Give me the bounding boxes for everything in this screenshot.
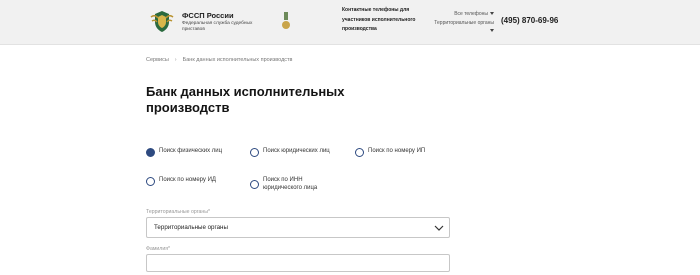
all-phones-menu[interactable]: Все телефоны [432,10,494,19]
hotline-phone[interactable]: (495) 870-69-96 [501,16,558,25]
territorial-select-value: Территориальные органы [154,224,228,231]
breadcrumb-current: Банк данных исполнительных производств [182,57,293,63]
contacts-link[interactable]: Контактные телефоны для участников испол… [342,6,422,35]
territorial-select[interactable]: Территориальные органы [146,217,450,238]
territorial-label: Территориальные органы [434,19,494,26]
radio-id-number[interactable]: Поиск по номеру ИД [146,176,216,186]
radio-inn[interactable]: Поиск по ИНН юридического лица [250,177,340,192]
breadcrumb-services[interactable]: Сервисы [146,57,169,63]
breadcrumb-separator: › [174,57,177,63]
radio-label: Поиск физических лиц [159,148,223,154]
caret-down-icon [490,12,494,16]
emblem-logo-icon[interactable] [148,8,176,36]
brand-title[interactable]: ФССП России [182,11,234,20]
chevron-down-icon [434,225,444,231]
header-menu: Все телефоны Территориальные органы [432,10,494,36]
surname-input[interactable] [146,254,450,272]
breadcrumb: Сервисы › Банк данных исполнительных произ… [146,57,292,63]
radio-dot[interactable] [250,147,259,157]
territorial-field-label: Территориальные органы* [146,209,210,215]
radio-ip-number[interactable]: Поиск по номеру ИП [355,147,426,157]
radio-dot[interactable] [250,180,259,189]
radio-dot-checked[interactable] [146,147,155,157]
page-title: Банк данных исполнительных производств [146,84,345,115]
radio-legal-entities[interactable]: Поиск юридических лиц [250,147,330,157]
radio-individuals[interactable]: Поиск физических лиц [146,147,223,157]
medal-icon [282,12,290,29]
radio-label: Поиск юридических лиц [263,148,330,154]
radio-dot[interactable] [146,176,155,186]
all-phones-label: Все телефоны [454,11,488,17]
territorial-menu[interactable]: Территориальные органы [432,19,494,36]
caret-down-icon [490,29,494,33]
radio-label: Поиск по ИНН юридического лица [263,177,318,191]
surname-field-label: Фамилия* [146,246,171,252]
site-header: ФССП России Федеральная служба судебных … [0,0,700,45]
radio-label: Поиск по номеру ИД [159,177,216,183]
brand-subtitle: Федеральная служба судебных приставов [182,21,253,32]
radio-label: Поиск по номеру ИП [368,148,426,154]
radio-dot[interactable] [355,147,364,157]
